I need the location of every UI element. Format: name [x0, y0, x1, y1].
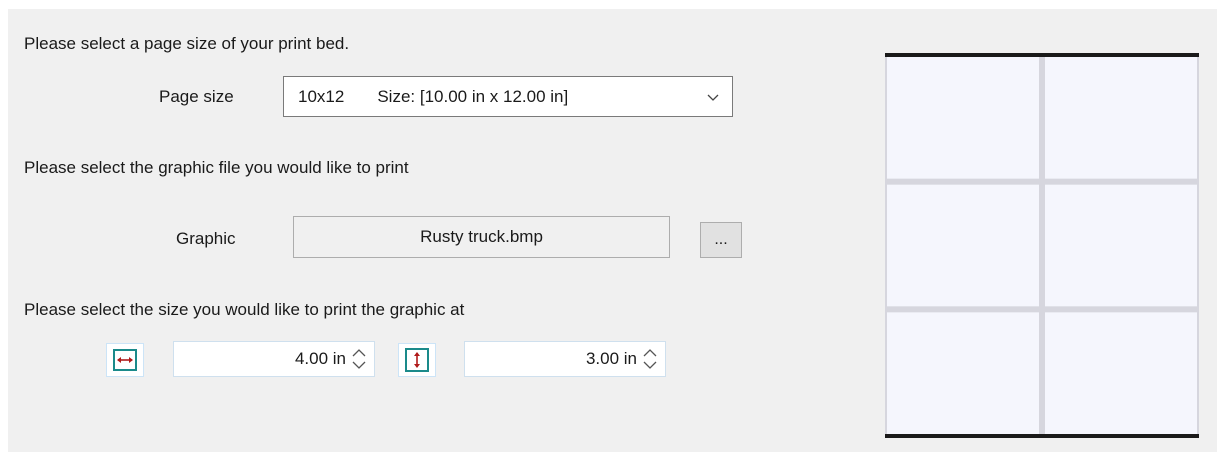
preview-tile — [1045, 312, 1197, 434]
preview-top-bar — [885, 53, 1199, 57]
preview-tile — [887, 184, 1039, 307]
preview-tile — [1045, 57, 1197, 179]
preview-tile — [1045, 184, 1197, 307]
preview-tile — [887, 312, 1039, 434]
page-size-instruction: Please select a page size of your print … — [24, 34, 350, 53]
graphic-filename-field[interactable]: Rusty truck.bmp — [293, 216, 670, 258]
print-size-instruction: Please select the size you would like to… — [24, 300, 465, 319]
page-size-name: 10x12 — [298, 86, 345, 106]
width-spinbox[interactable]: 4.00 in — [173, 341, 375, 377]
height-spin-arrows-icon[interactable] — [641, 346, 659, 372]
graphic-instruction: Please select the graphic file you would… — [24, 158, 409, 177]
page-size-dropdown[interactable]: 10x12 Size: [10.00 in x 12.00 in] — [283, 76, 733, 117]
print-bed-preview — [885, 53, 1199, 438]
graphic-filename: Rusty truck.bmp — [420, 227, 543, 246]
browse-button[interactable]: ... — [700, 222, 742, 258]
height-icon — [398, 343, 436, 377]
width-value: 4.00 in — [294, 349, 346, 368]
width-icon — [106, 343, 144, 377]
graphic-label: Graphic — [176, 229, 236, 248]
page-size-label: Page size — [159, 87, 234, 106]
width-spin-arrows-icon[interactable] — [350, 346, 368, 372]
chevron-down-icon[interactable] — [706, 90, 720, 104]
preview-bottom-bar — [885, 434, 1199, 438]
page-size-dimensions: Size: [10.00 in x 12.00 in] — [377, 86, 569, 106]
preview-tile — [887, 57, 1039, 179]
height-spinbox[interactable]: 3.00 in — [464, 341, 666, 377]
browse-button-label: ... — [714, 231, 728, 248]
print-bed-preview-graphic — [885, 53, 1199, 438]
height-value: 3.00 in — [585, 349, 637, 368]
